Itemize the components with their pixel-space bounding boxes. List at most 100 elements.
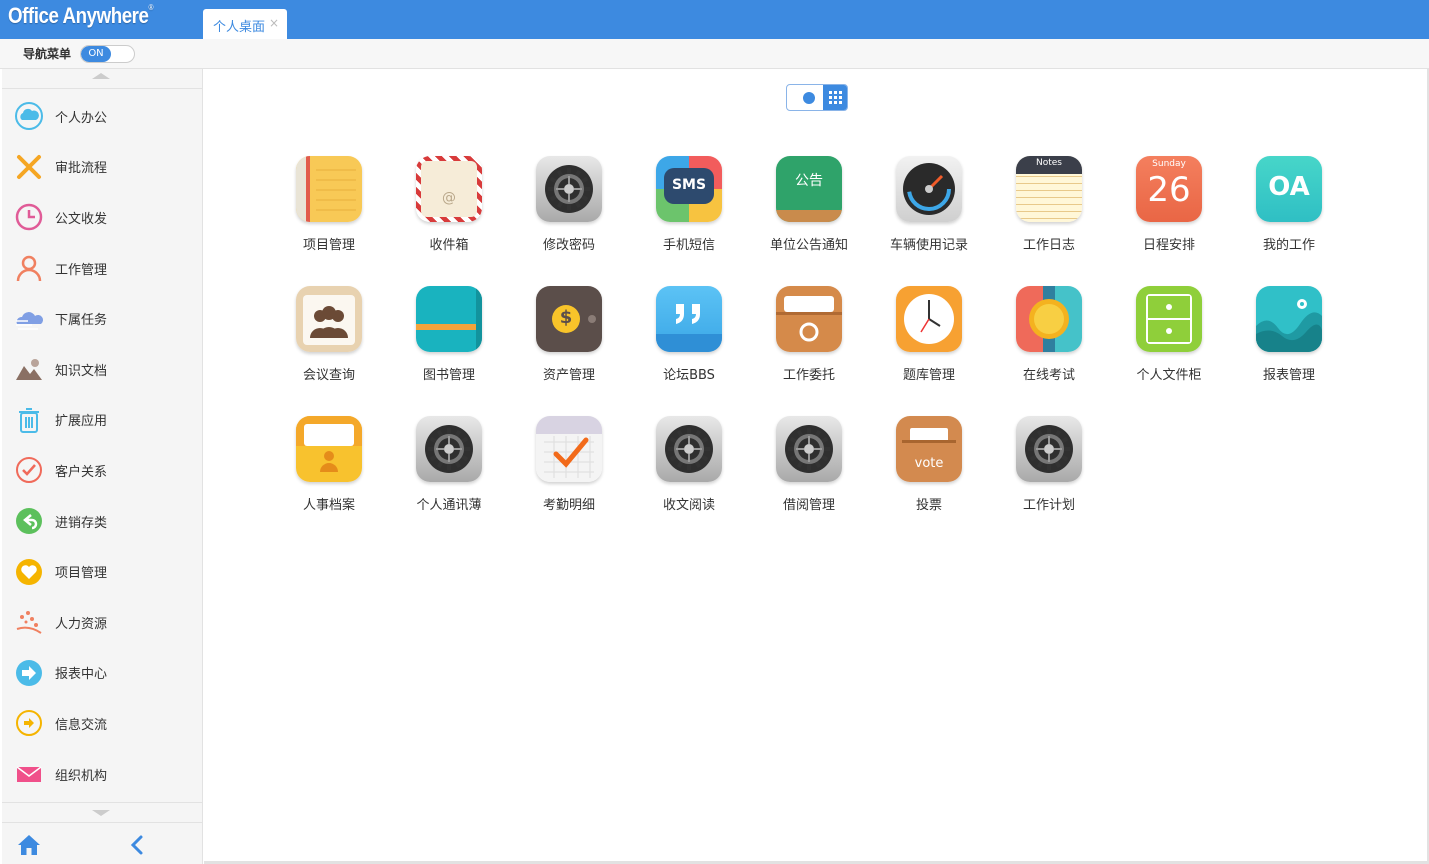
- app-label: 收文阅读: [662, 498, 715, 513]
- sidebar-menu: 个人办公审批流程公文收发工作管理 下属任务知识文档扩展应用客户关系进销存类项目管理…: [2, 91, 202, 799]
- app-label: 收件箱: [429, 238, 469, 253]
- divider: [2, 802, 202, 803]
- sidebar-item-0[interactable]: 个人办公: [2, 91, 202, 142]
- view-switch[interactable]: [786, 84, 848, 111]
- sidebar-item-7[interactable]: 客户关系: [2, 445, 202, 496]
- app-tile-14[interactable]: 题库管理: [869, 286, 989, 396]
- scroll-up-icon[interactable]: [92, 73, 110, 79]
- app-label: 借阅管理: [782, 498, 835, 513]
- app-label: 投票: [915, 498, 942, 513]
- app-tile-22[interactable]: 借阅管理: [749, 416, 869, 526]
- app-tile-10[interactable]: 图书管理: [389, 286, 509, 396]
- app-tile-11[interactable]: $ 资产管理: [509, 286, 629, 396]
- collapse-sidebar-icon[interactable]: [127, 833, 147, 857]
- sidebar-item-label: 知识文档: [55, 363, 108, 379]
- sidebar-item-4[interactable]: 下属任务: [2, 293, 202, 344]
- sidebar-item-label: 客户关系: [55, 464, 108, 480]
- attendance-calendar-icon: [536, 416, 602, 482]
- reply-circle-icon: [14, 506, 44, 536]
- sidebar-item-3[interactable]: 工作管理: [2, 243, 202, 294]
- cloud-110-icon: [14, 101, 44, 131]
- app-tile-24[interactable]: 工作计划: [989, 416, 1109, 526]
- app-tile-2[interactable]: 修改密码: [509, 156, 629, 266]
- sidebar-item-1[interactable]: 审批流程: [2, 142, 202, 193]
- sidebar-footer: [2, 822, 202, 864]
- tab-label: 个人桌面: [213, 20, 266, 35]
- app-tile-12[interactable]: 论坛BBS: [629, 286, 749, 396]
- settings-gear-icon: [1016, 416, 1082, 482]
- app-label: 会议查询: [302, 368, 355, 383]
- sidebar-item-12[interactable]: 信息交流: [2, 698, 202, 749]
- app-glyph: Sunday: [1152, 159, 1186, 169]
- app-tile-7[interactable]: Sunday 26 日程安排: [1109, 156, 1229, 266]
- app-label: 报表管理: [1262, 368, 1315, 383]
- toggle-on-label: ON: [81, 46, 111, 62]
- notes-icon: Notes: [1016, 156, 1082, 222]
- app-glyph: SMS: [671, 177, 707, 193]
- sidebar-item-2[interactable]: 公文收发: [2, 192, 202, 243]
- app-glyph: 公告: [795, 173, 823, 189]
- app-glyph: vote: [914, 456, 944, 471]
- app-tile-19[interactable]: 个人通讯薄: [389, 416, 509, 526]
- home-icon[interactable]: [17, 833, 41, 857]
- app-logo: Office Anywhere®: [8, 3, 154, 28]
- app-label: 个人文件柜: [1136, 368, 1202, 383]
- app-glyph: OA: [1268, 172, 1310, 202]
- app-label: 在线考试: [1022, 368, 1075, 383]
- app-tile-4[interactable]: 公告 单位公告通知: [749, 156, 869, 266]
- sidebar-item-9[interactable]: 项目管理: [2, 546, 202, 597]
- nav-menu-toggle[interactable]: ON: [80, 45, 135, 63]
- app-tile-18[interactable]: 人事档案: [269, 416, 389, 526]
- app-tile-15[interactable]: 在线考试: [989, 286, 1109, 396]
- app-glyph-number: 26: [1147, 170, 1191, 210]
- app-tile-16[interactable]: 个人文件柜: [1109, 286, 1229, 396]
- sidebar-item-label: 项目管理: [55, 566, 108, 582]
- quote-bubble-icon: [656, 286, 722, 352]
- app-tile-13[interactable]: 工作委托: [749, 286, 869, 396]
- app-tile-21[interactable]: 收文阅读: [629, 416, 749, 526]
- divider: [2, 88, 202, 89]
- sidebar-item-13[interactable]: 组织机构: [2, 749, 202, 800]
- tab-personal-desktop[interactable]: 个人桌面 ×: [203, 9, 287, 39]
- sidebar: 个人办公审批流程公文收发工作管理 下属任务知识文档扩展应用客户关系进销存类项目管理…: [2, 69, 203, 864]
- archive-box-icon: [776, 286, 842, 352]
- cloud-lines-icon: [14, 304, 44, 334]
- app-glyph: Notes: [1036, 158, 1062, 168]
- vote-box-icon: vote: [896, 416, 962, 482]
- sidebar-item-11[interactable]: 报表中心: [2, 648, 202, 699]
- heart-circle-icon: [14, 557, 44, 587]
- list-view-icon[interactable]: [803, 92, 815, 104]
- app-label: 车辆使用记录: [889, 238, 968, 253]
- app-tile-23[interactable]: vote 投票: [869, 416, 989, 526]
- calendar-icon: Sunday 26: [1136, 156, 1202, 222]
- arrow-ring-icon: [14, 708, 44, 738]
- sidebar-item-label: 公文收发: [55, 211, 108, 227]
- app-tile-1[interactable]: @ 收件箱: [389, 156, 509, 266]
- desktop-area: 项目管理 @ 收件箱 修改密码 SMS 手机短信 公告 单位公告通知 车辆使用记录 Notes 工作…: [204, 70, 1427, 862]
- envelope-icon: [14, 759, 44, 789]
- app-tile-8[interactable]: OA 我的工作: [1229, 156, 1349, 266]
- sidebar-item-label: 扩展应用: [55, 414, 108, 430]
- app-tile-17[interactable]: 报表管理: [1229, 286, 1349, 396]
- app-label: 图书管理: [422, 368, 475, 383]
- app-label: 工作计划: [1022, 498, 1075, 513]
- grid-view-icon[interactable]: [823, 85, 847, 110]
- sms-icon: SMS: [656, 156, 722, 222]
- app-label: 资产管理: [542, 368, 595, 383]
- scroll-down-icon[interactable]: [92, 810, 110, 816]
- sidebar-item-6[interactable]: 扩展应用: [2, 395, 202, 446]
- app-glyph: $: [559, 307, 573, 328]
- sidebar-item-8[interactable]: 进销存类: [2, 496, 202, 547]
- app-label: 项目管理: [302, 238, 355, 253]
- app-tile-6[interactable]: Notes 工作日志: [989, 156, 1109, 266]
- check-circle-icon: [14, 455, 44, 485]
- app-tile-3[interactable]: SMS 手机短信: [629, 156, 749, 266]
- tab-close-icon[interactable]: ×: [269, 16, 279, 30]
- app-tile-0[interactable]: 项目管理: [269, 156, 389, 266]
- sidebar-item-5[interactable]: 知识文档: [2, 344, 202, 395]
- app-tile-20[interactable]: 考勤明细: [509, 416, 629, 526]
- sidebar-item-10[interactable]: 人力资源: [2, 597, 202, 648]
- sidebar-item-label: 个人办公: [55, 110, 108, 126]
- app-tile-9[interactable]: 会议查询: [269, 286, 389, 396]
- app-tile-5[interactable]: 车辆使用记录: [869, 156, 989, 266]
